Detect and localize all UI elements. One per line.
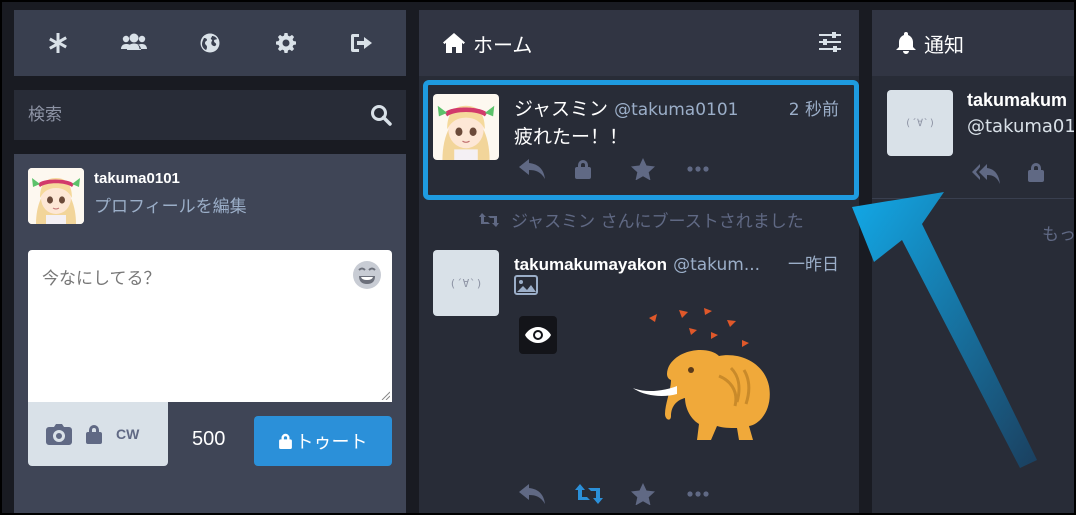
- compose-textarea-wrapper: [28, 250, 392, 402]
- emoji-picker-button[interactable]: [352, 260, 382, 290]
- avatar[interactable]: (´∀`): [433, 250, 499, 316]
- sliders-icon: [819, 32, 841, 52]
- username: takuma0101: [94, 170, 180, 187]
- eye-icon: [525, 327, 551, 343]
- ellipsis-icon: [687, 166, 709, 172]
- display-name[interactable]: takumakum: [967, 90, 1067, 111]
- lock-icon: [575, 160, 591, 179]
- mastodon-elephant-image: [633, 308, 770, 440]
- star-icon: [631, 483, 655, 505]
- compose-textarea[interactable]: [28, 250, 392, 402]
- bell-icon: [896, 32, 916, 54]
- status-action-bar: [519, 483, 743, 505]
- globe-icon: [200, 33, 220, 53]
- account-handle: @takuma01: [967, 116, 1074, 137]
- gear-icon: [276, 33, 296, 53]
- display-name[interactable]: ジャスミン: [514, 94, 608, 121]
- drawer-nav: [14, 10, 406, 76]
- notifications-column: 通知 (´∀`) takumakum @takuma01 もっ: [872, 10, 1074, 513]
- status-content: 疲れたー！！: [514, 126, 629, 148]
- anime-girl-avatar-image: [28, 168, 84, 224]
- resize-grip-icon[interactable]: [380, 390, 390, 400]
- status-item[interactable]: ジャスミン @takuma0101 2 秒前 疲れたー！！: [419, 84, 859, 204]
- preferences-button[interactable]: [266, 23, 306, 63]
- display-name[interactable]: takumakumayakon: [514, 255, 667, 275]
- reply-button[interactable]: [519, 484, 575, 504]
- toot-button-label: トゥート: [295, 432, 368, 453]
- lock-icon[interactable]: [1028, 162, 1044, 182]
- column-title: 通知: [924, 32, 964, 57]
- media-indicator: [514, 275, 538, 299]
- media-gallery[interactable]: [519, 306, 839, 446]
- reply-icon: [519, 159, 545, 179]
- status-header: ジャスミン @takuma0101 2 秒前: [514, 94, 839, 121]
- getting-started-button[interactable]: [38, 23, 78, 63]
- federated-timeline-button[interactable]: [190, 23, 230, 63]
- status-action-bar: [519, 158, 743, 180]
- app-frame: takuma0101 プロフィールを編集: [2, 2, 1074, 513]
- camera-icon: [46, 424, 72, 445]
- local-timeline-button[interactable]: [114, 23, 154, 63]
- asterisk-icon: [49, 33, 67, 53]
- compose-drawer: takuma0101 プロフィールを編集: [14, 10, 406, 513]
- account-handle: @takuma0101: [614, 100, 739, 120]
- logout-button[interactable]: [342, 23, 382, 63]
- relative-time[interactable]: 2 秒前: [789, 95, 839, 120]
- account-handle: @takum...: [673, 255, 761, 275]
- more-button[interactable]: [687, 491, 743, 497]
- search-button[interactable]: [356, 104, 406, 126]
- favourite-button[interactable]: [631, 158, 687, 180]
- home-icon: [443, 33, 465, 53]
- load-more-button[interactable]: もっ: [1042, 220, 1074, 245]
- toot-button[interactable]: トゥート: [254, 416, 392, 466]
- image-icon: [514, 275, 538, 295]
- avatar[interactable]: [433, 94, 499, 160]
- account-info: takuma0101 プロフィールを編集: [94, 170, 247, 224]
- privacy-button[interactable]: [86, 424, 102, 444]
- boost-button[interactable]: [575, 159, 631, 179]
- search-input[interactable]: [14, 90, 356, 140]
- search-box: [14, 90, 406, 140]
- home-column-header[interactable]: ホーム: [419, 10, 859, 76]
- lock-icon: [278, 433, 292, 449]
- users-icon: [121, 33, 147, 50]
- notifications-column-header[interactable]: 通知: [872, 10, 1074, 76]
- avatar[interactable]: (´∀`): [887, 90, 953, 156]
- status-header: takumakumayakon @takum... 一昨日: [514, 250, 839, 275]
- divider: [872, 198, 1074, 199]
- home-column: ホーム ジャスミン @takuma0101 2 秒前 疲れたー！！ ジャスミン …: [419, 10, 859, 513]
- compose-form: takuma0101 プロフィールを編集 今なにしてる？ CW 500 トゥート: [14, 154, 406, 513]
- laughing-emoji-icon: [353, 261, 381, 289]
- character-counter: 500: [192, 428, 226, 450]
- boost-notice-text: ジャスミン さんにブーストされました: [511, 212, 804, 232]
- retweet-icon: [479, 212, 499, 227]
- more-button[interactable]: [687, 166, 743, 172]
- boost-button[interactable]: [575, 484, 631, 504]
- toggle-sensitive-button[interactable]: [519, 316, 557, 354]
- lock-icon: [86, 425, 102, 444]
- search-icon: [371, 105, 392, 126]
- anime-girl-avatar-image: [433, 94, 499, 160]
- notification-actions: [972, 162, 1044, 184]
- upload-media-button[interactable]: [46, 423, 72, 445]
- reply-icon: [519, 484, 545, 504]
- reply-all-icon[interactable]: [972, 162, 1000, 184]
- content-warning-button[interactable]: CW: [116, 426, 139, 442]
- column-title: ホーム: [473, 32, 533, 57]
- edit-profile-link[interactable]: プロフィールを編集: [94, 192, 247, 217]
- relative-time[interactable]: 一昨日: [788, 250, 839, 275]
- column-settings-button[interactable]: [819, 32, 841, 57]
- favourite-button[interactable]: [631, 483, 687, 505]
- compose-toolbar: CW: [28, 402, 168, 466]
- ellipsis-icon: [687, 491, 709, 497]
- default-avatar-face: (´∀`): [904, 117, 936, 129]
- sign-out-icon: [351, 34, 372, 52]
- boost-prepend: ジャスミン さんにブーストされました: [479, 207, 804, 232]
- avatar[interactable]: [28, 168, 84, 224]
- reply-button[interactable]: [519, 159, 575, 179]
- navigation-bar: takuma0101 プロフィールを編集: [28, 168, 247, 224]
- retweet-icon: [575, 484, 603, 504]
- star-icon: [631, 158, 655, 180]
- default-avatar-face: (´∀`): [449, 276, 483, 290]
